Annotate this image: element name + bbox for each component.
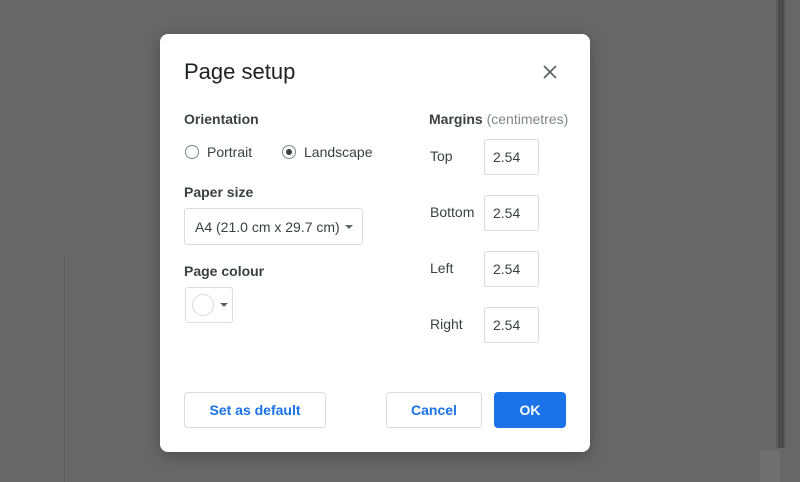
dialog-title: Page setup xyxy=(184,59,296,84)
close-icon xyxy=(543,65,557,79)
margin-bottom-label: Bottom xyxy=(430,204,475,220)
radio-portrait-label: Portrait xyxy=(207,144,253,160)
radio-portrait[interactable]: Portrait xyxy=(185,144,252,160)
scrollbar-thumb[interactable] xyxy=(778,0,784,448)
margin-bottom-input[interactable] xyxy=(484,195,539,231)
radio-landscape-label: Landscape xyxy=(304,144,373,160)
page-colour-picker[interactable] xyxy=(185,287,233,323)
ok-button[interactable]: OK xyxy=(494,392,566,428)
radio-landscape[interactable]: Landscape xyxy=(282,144,373,160)
margins-heading: Margins (centimetres) xyxy=(429,110,568,128)
paper-size-label: Paper size xyxy=(184,184,254,200)
margin-left-input[interactable] xyxy=(484,251,539,287)
document-edge xyxy=(64,255,65,482)
set-as-default-button[interactable]: Set as default xyxy=(184,392,326,428)
margin-left-label: Left xyxy=(430,260,454,276)
paper-size-value: A4 (21.0 cm x 29.7 cm) xyxy=(195,218,340,235)
close-button[interactable] xyxy=(538,60,562,84)
orientation-label: Orientation xyxy=(184,111,259,127)
colour-swatch xyxy=(192,294,214,316)
page-setup-dialog: Page setup Orientation Portrait Landscap… xyxy=(160,34,590,452)
paper-size-select[interactable]: A4 (21.0 cm x 29.7 cm) xyxy=(184,208,363,245)
document-corner xyxy=(760,450,780,482)
margin-top-input[interactable] xyxy=(484,139,539,175)
chevron-down-icon xyxy=(345,225,353,229)
cancel-button[interactable]: Cancel xyxy=(386,392,482,428)
page-colour-label: Page colour xyxy=(184,263,265,279)
margins-label: Margins xyxy=(429,111,483,127)
radio-landscape-button[interactable] xyxy=(282,145,296,159)
margin-right-input[interactable] xyxy=(484,307,539,343)
radio-portrait-button[interactable] xyxy=(185,145,199,159)
margin-top-label: Top xyxy=(430,148,453,164)
chevron-down-icon xyxy=(220,303,228,307)
margins-unit: (centimetres) xyxy=(486,111,569,127)
margin-right-label: Right xyxy=(430,316,463,332)
